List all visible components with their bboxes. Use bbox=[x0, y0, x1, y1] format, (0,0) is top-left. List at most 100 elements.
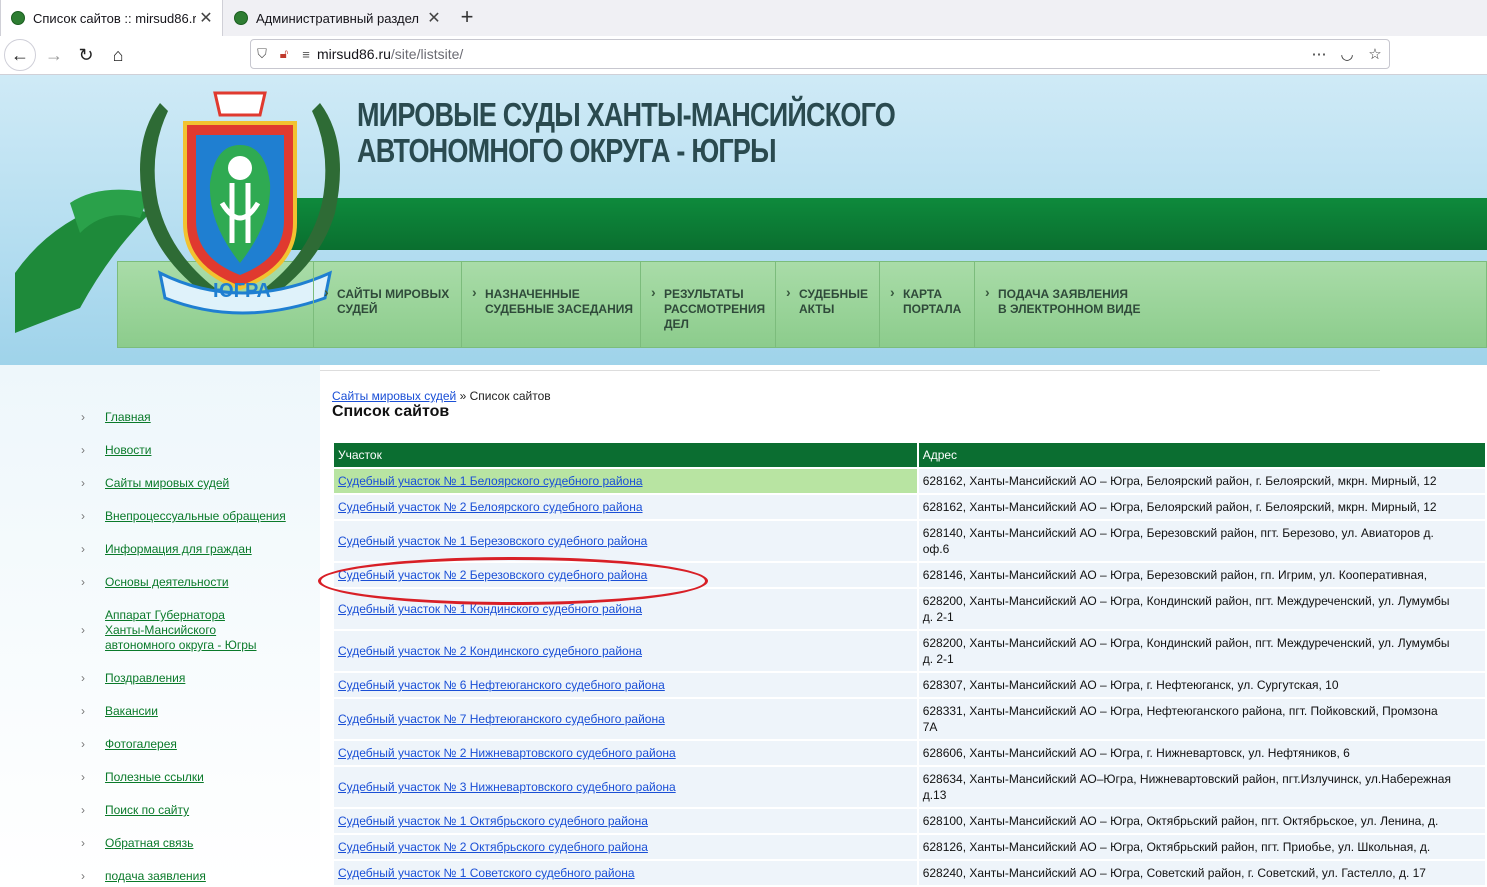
page-actions-icon[interactable]: ⋯ bbox=[1305, 45, 1333, 63]
address-cell: 628307, Ханты-Мансийский АО – Югра, г. Н… bbox=[918, 673, 1485, 697]
sidebar-item-activity-basics[interactable]: › Основы деятельности bbox=[81, 575, 229, 590]
address-text: 628100, Ханты-Мансийский АО – Югра, Октя… bbox=[922, 814, 1439, 828]
menu-item-electronic-filing[interactable]: ПОДАЧА ЗАЯВЛЕНИЯ В ЭЛЕКТРОННОМ ВИДЕ bbox=[985, 285, 1141, 317]
sidebar-item-label: Вакансии bbox=[105, 704, 158, 718]
sidebar-item-extraprocedural-appeals[interactable]: › Внепроцессуальные обращения bbox=[81, 509, 286, 524]
close-icon[interactable]: ✕ bbox=[424, 8, 444, 28]
menu-label: ДЕЛ bbox=[664, 317, 689, 331]
column-header-district: Участок bbox=[334, 443, 917, 467]
sidebar-item-governor-office[interactable]: › Аппарат Губернатора Ханты-Мансийского авт… bbox=[81, 608, 257, 653]
page-title: Список сайтов bbox=[332, 403, 450, 420]
district-link[interactable]: Судебный участок № 7 Нефтеюганского суде… bbox=[338, 712, 665, 726]
navigation-toolbar: ← → ↻ ⌂ ⛉ 🔓︎ ≡ mirsud86.ru/site/listsite… bbox=[0, 36, 1487, 75]
sidebar-item-label: автономного округа - Югры bbox=[105, 638, 257, 652]
menu-item-scheduled-hearings[interactable]: НАЗНАЧЕННЫЕ СУДЕБНЫЕ ЗАСЕДАНИЯ bbox=[472, 285, 633, 317]
address-cell: 628126, Ханты-Мансийский АО – Югра, Октя… bbox=[918, 835, 1485, 859]
address-text: 628200, Ханты-Мансийский АО – Югра, Конд… bbox=[922, 636, 1450, 650]
district-link[interactable]: Судебный участок № 1 Октябрьского судебн… bbox=[338, 814, 648, 828]
menu-label: РЕЗУЛЬТАТЫ bbox=[664, 287, 744, 301]
address-cell: 628140, Ханты-Мансийский АО – Югра, Бере… bbox=[918, 521, 1485, 561]
left-sidebar: › Главная › Новости › Сайты мировых судей ›… bbox=[0, 365, 320, 884]
url-bar[interactable]: ⛉ 🔓︎ ≡ mirsud86.ru/site/listsite/ ⋯ ◡ ☆ bbox=[250, 39, 1390, 69]
sidebar-item-judges-sites[interactable]: › Сайты мировых судей bbox=[81, 476, 229, 491]
menu-label: КАРТА bbox=[903, 287, 943, 301]
table-row: Судебный участок № 3 Нижневартовского су… bbox=[334, 767, 1485, 807]
reload-button[interactable]: ↻ bbox=[70, 39, 102, 71]
sidebar-item-label: подача заявления bbox=[105, 869, 206, 883]
district-link[interactable]: Судебный участок № 2 Белоярского судебно… bbox=[338, 500, 643, 514]
pocket-icon[interactable]: ◡ bbox=[1333, 45, 1361, 63]
address-cell: 628162, Ханты-Мансийский АО – Югра, Бело… bbox=[918, 469, 1485, 493]
insecure-lock-icon[interactable]: 🔓︎ bbox=[273, 46, 295, 62]
tab-title: Административный раздел bbox=[256, 10, 420, 26]
close-icon[interactable]: ✕ bbox=[196, 8, 216, 28]
district-link[interactable]: Судебный участок № 6 Нефтеюганского суде… bbox=[338, 678, 665, 692]
district-link[interactable]: Судебный участок № 2 Октябрьского судебн… bbox=[338, 840, 648, 854]
tab-admin[interactable]: Административный раздел ✕ bbox=[224, 0, 450, 36]
menu-label: СУДЕБНЫЕ ЗАСЕДАНИЯ bbox=[485, 302, 633, 316]
bookmark-star-icon[interactable]: ☆ bbox=[1361, 45, 1389, 63]
home-button[interactable]: ⌂ bbox=[102, 39, 134, 71]
menu-label: НАЗНАЧЕННЫЕ bbox=[485, 287, 580, 301]
sidebar-item-filing[interactable]: › подача заявления bbox=[81, 869, 206, 884]
sidebar-item-useful-links[interactable]: › Полезные ссылки bbox=[81, 770, 204, 785]
table-row: Судебный участок № 2 Кондинского судебно… bbox=[334, 631, 1485, 671]
sidebar-item-photo-gallery[interactable]: › Фотогалерея bbox=[81, 737, 177, 752]
sidebar-item-site-search[interactable]: › Поиск по сайту bbox=[81, 803, 189, 818]
menu-item-judges-sites[interactable]: САЙТЫ МИРОВЫХ СУДЕЙ bbox=[324, 285, 450, 317]
sites-table: Участок Адрес Судебный участок № 1 Белоя… bbox=[332, 441, 1487, 887]
chevron-right-icon: › bbox=[81, 737, 85, 751]
sidebar-item-label: Полезные ссылки bbox=[105, 770, 204, 784]
district-link[interactable]: Судебный участок № 1 Березовского судебн… bbox=[338, 534, 647, 548]
menu-label: ПОРТАЛА bbox=[903, 302, 962, 316]
breadcrumb-current: Список сайтов bbox=[469, 389, 551, 403]
sidebar-item-label: Ханты-Мансийского bbox=[105, 623, 217, 637]
new-tab-button[interactable]: + bbox=[454, 3, 480, 31]
district-link[interactable]: Судебный участок № 2 Кондинского судебно… bbox=[338, 644, 642, 658]
district-link[interactable]: Судебный участок № 1 Советского судебног… bbox=[338, 866, 635, 880]
address-text: д. 2-1 bbox=[922, 652, 954, 666]
shield-icon[interactable]: ⛉ bbox=[251, 46, 273, 62]
chevron-right-icon: › bbox=[81, 770, 85, 784]
sidebar-item-feedback[interactable]: › Обратная связь bbox=[81, 836, 193, 851]
menu-label: АКТЫ bbox=[799, 302, 835, 316]
sidebar-item-citizen-info[interactable]: › Информация для граждан bbox=[81, 542, 252, 557]
web-page: ЮГРА МИРОВЫЕ СУДЫ ХАНТЫ-МАНСИЙСКОГО АВТО… bbox=[0, 75, 1487, 887]
breadcrumb-link[interactable]: Сайты мировых судей bbox=[332, 389, 456, 403]
site-favicon-icon bbox=[11, 11, 25, 25]
permissions-icon[interactable]: ≡ bbox=[295, 47, 317, 62]
forward-button[interactable]: → bbox=[38, 39, 70, 71]
district-link[interactable]: Судебный участок № 1 Белоярского судебно… bbox=[338, 474, 643, 488]
menu-divider bbox=[640, 261, 641, 348]
breadcrumb-separator: » bbox=[456, 389, 470, 403]
menu-item-judicial-acts[interactable]: СУДЕБНЫЕ АКТЫ bbox=[786, 285, 868, 317]
table-row: Судебный участок № 2 Белоярского судебно… bbox=[334, 495, 1485, 519]
sidebar-item-vacancies[interactable]: › Вакансии bbox=[81, 704, 158, 719]
back-button[interactable]: ← bbox=[4, 39, 36, 71]
sidebar-item-home[interactable]: › Главная bbox=[81, 410, 151, 425]
table-row: Судебный участок № 1 Березовского судебн… bbox=[334, 521, 1485, 561]
menu-label: САЙТЫ МИРОВЫХ bbox=[337, 287, 450, 301]
table-row: Судебный участок № 2 Нижневартовского су… bbox=[334, 741, 1485, 765]
sidebar-item-label: Внепроцессуальные обращения bbox=[105, 509, 286, 523]
menu-item-portal-map[interactable]: КАРТА ПОРТАЛА bbox=[890, 285, 962, 317]
district-cell: Судебный участок № 6 Нефтеюганского суде… bbox=[334, 673, 917, 697]
address-cell: 628240, Ханты-Мансийский АО – Югра, Сове… bbox=[918, 861, 1485, 885]
address-text: 628140, Ханты-Мансийский АО – Югра, Бере… bbox=[922, 526, 1434, 540]
address-cell: 628100, Ханты-Мансийский АО – Югра, Октя… bbox=[918, 809, 1485, 833]
tab-listsite[interactable]: Список сайтов :: mirsud86.ru ✕ bbox=[0, 0, 223, 36]
sidebar-item-greetings[interactable]: › Поздравления bbox=[81, 671, 186, 686]
menu-item-case-results[interactable]: РЕЗУЛЬТАТЫ РАССМОТРЕНИЯ ДЕЛ bbox=[651, 285, 765, 332]
sidebar-item-news[interactable]: › Новости bbox=[81, 443, 151, 458]
district-cell: Судебный участок № 2 Белоярского судебно… bbox=[334, 495, 917, 519]
address-cell: 628200, Ханты-Мансийский АО – Югра, Конд… bbox=[918, 631, 1485, 671]
district-cell: Судебный участок № 3 Нижневартовского су… bbox=[334, 767, 917, 807]
sidebar-item-label: Поздравления bbox=[105, 671, 186, 685]
district-link[interactable]: Судебный участок № 3 Нижневартовского су… bbox=[338, 780, 676, 794]
chevron-right-icon: › bbox=[81, 476, 85, 490]
district-cell: Судебный участок № 7 Нефтеюганского суде… bbox=[334, 699, 917, 739]
tab-strip: Список сайтов :: mirsud86.ru ✕ Администр… bbox=[0, 0, 1487, 37]
address-cell: 628200, Ханты-Мансийский АО – Югра, Конд… bbox=[918, 589, 1485, 629]
table-row: Судебный участок № 2 Октябрьского судебн… bbox=[334, 835, 1485, 859]
district-link[interactable]: Судебный участок № 2 Нижневартовского су… bbox=[338, 746, 676, 760]
